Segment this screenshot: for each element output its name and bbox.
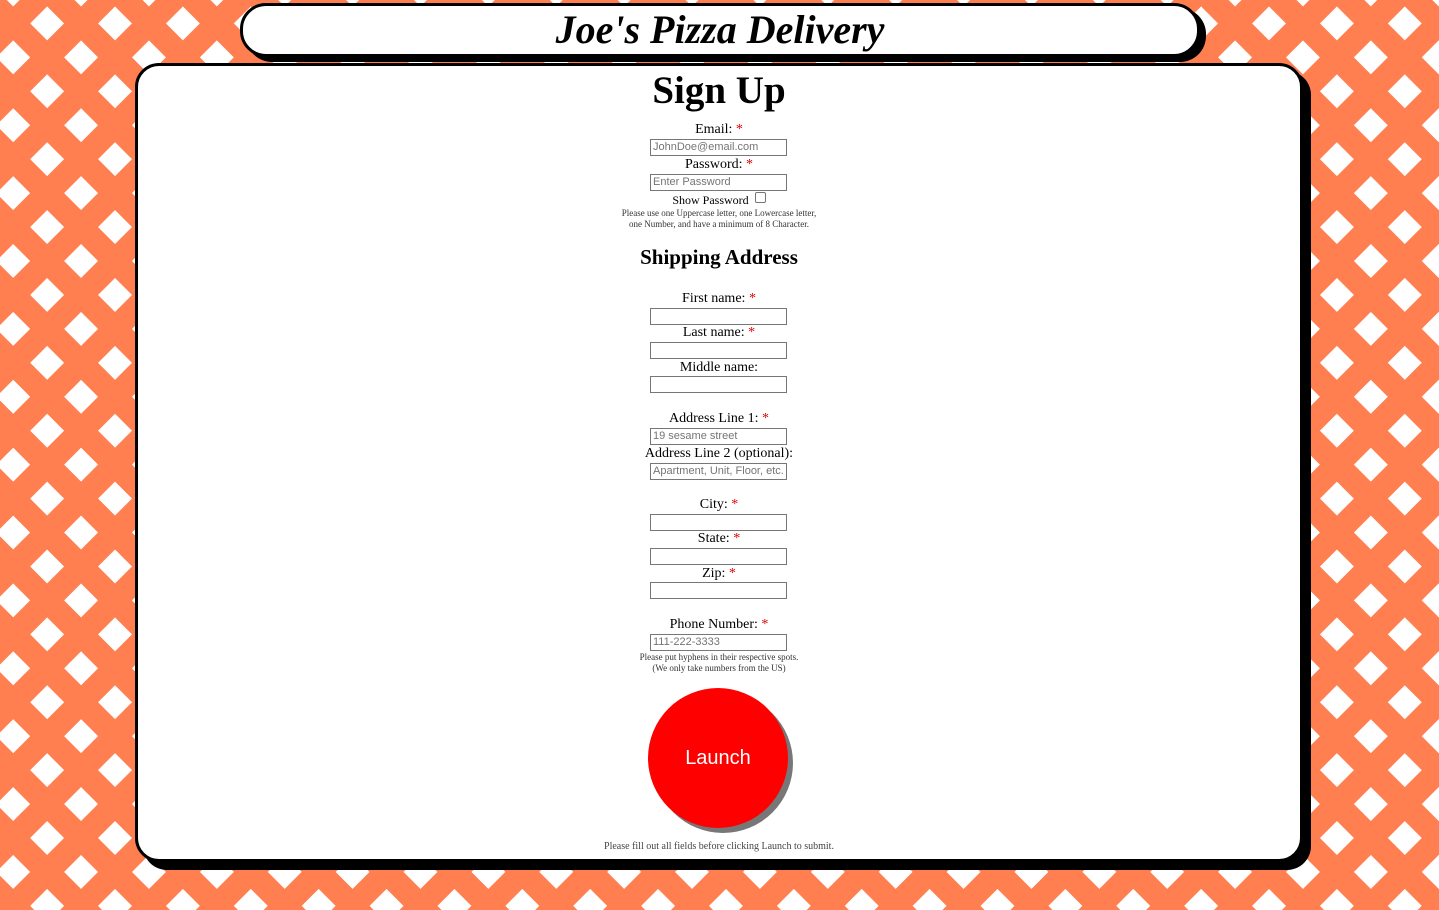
first-name-field[interactable]: [650, 308, 787, 325]
middle-name-label: Middle name:: [679, 360, 759, 375]
launch-button[interactable]: Launch: [648, 688, 788, 828]
zip-label: Zip: *: [702, 566, 736, 581]
password-label: Password: *: [684, 157, 754, 172]
first-name-label: First name: *: [682, 291, 756, 306]
email-field[interactable]: JohnDoe@email.com: [650, 139, 787, 156]
email-label: Email: *: [695, 122, 743, 137]
city-label: City: *: [699, 497, 739, 512]
last-name-label: Last name: *: [682, 325, 756, 340]
required-mark: *: [733, 531, 741, 546]
zip-field[interactable]: [650, 582, 787, 599]
submit-footnote: Please fill out all fields before clicki…: [604, 841, 834, 852]
required-mark: *: [731, 497, 739, 512]
last-name-field[interactable]: [650, 342, 787, 359]
password-hint-line-1: Please use one Uppercase letter, one Low…: [621, 208, 817, 218]
phone-hint-line-2: (We only take numbers from the US): [652, 663, 786, 673]
address-line-2-label: Address Line 2 (optional):: [644, 446, 794, 461]
state-field[interactable]: [650, 548, 787, 565]
required-mark: *: [746, 157, 754, 172]
show-password-checkbox[interactable]: [754, 192, 766, 203]
address-line-1-label: Address Line 1: *: [669, 411, 769, 426]
phone-hint-line-1: Please put hyphens in their respective s…: [639, 652, 799, 662]
address-line-2-field[interactable]: Apartment, Unit, Floor, etc.: [650, 463, 787, 480]
site-title: Joe's Pizza Delivery: [555, 7, 885, 52]
show-password-row: Show Password: [138, 192, 1300, 208]
phone-number-field[interactable]: 111-222-3333: [650, 634, 787, 651]
required-mark: *: [761, 411, 769, 426]
state-label: State: *: [697, 531, 741, 546]
middle-name-field[interactable]: [650, 376, 787, 393]
shipping-address-heading: Shipping Address: [640, 245, 798, 269]
show-password-label: Show Password: [672, 193, 749, 207]
header-banner: Joe's Pizza Delivery: [240, 3, 1200, 57]
address-line-1-field[interactable]: 19 sesame street: [650, 428, 787, 445]
phone-number-label: Phone Number: *: [669, 617, 769, 632]
required-mark: *: [728, 566, 736, 581]
password-field[interactable]: Enter Password: [650, 174, 787, 191]
page-title: Sign Up: [652, 69, 786, 112]
required-mark: *: [748, 291, 756, 306]
required-mark: *: [748, 325, 756, 340]
signup-card: Sign Up Email: * JohnDoe@email.com Passw…: [135, 63, 1303, 862]
required-mark: *: [761, 617, 769, 632]
required-mark: *: [735, 122, 743, 137]
password-hint-line-2: one Number, and have a minimum of 8 Char…: [628, 219, 810, 229]
city-field[interactable]: [650, 514, 787, 531]
